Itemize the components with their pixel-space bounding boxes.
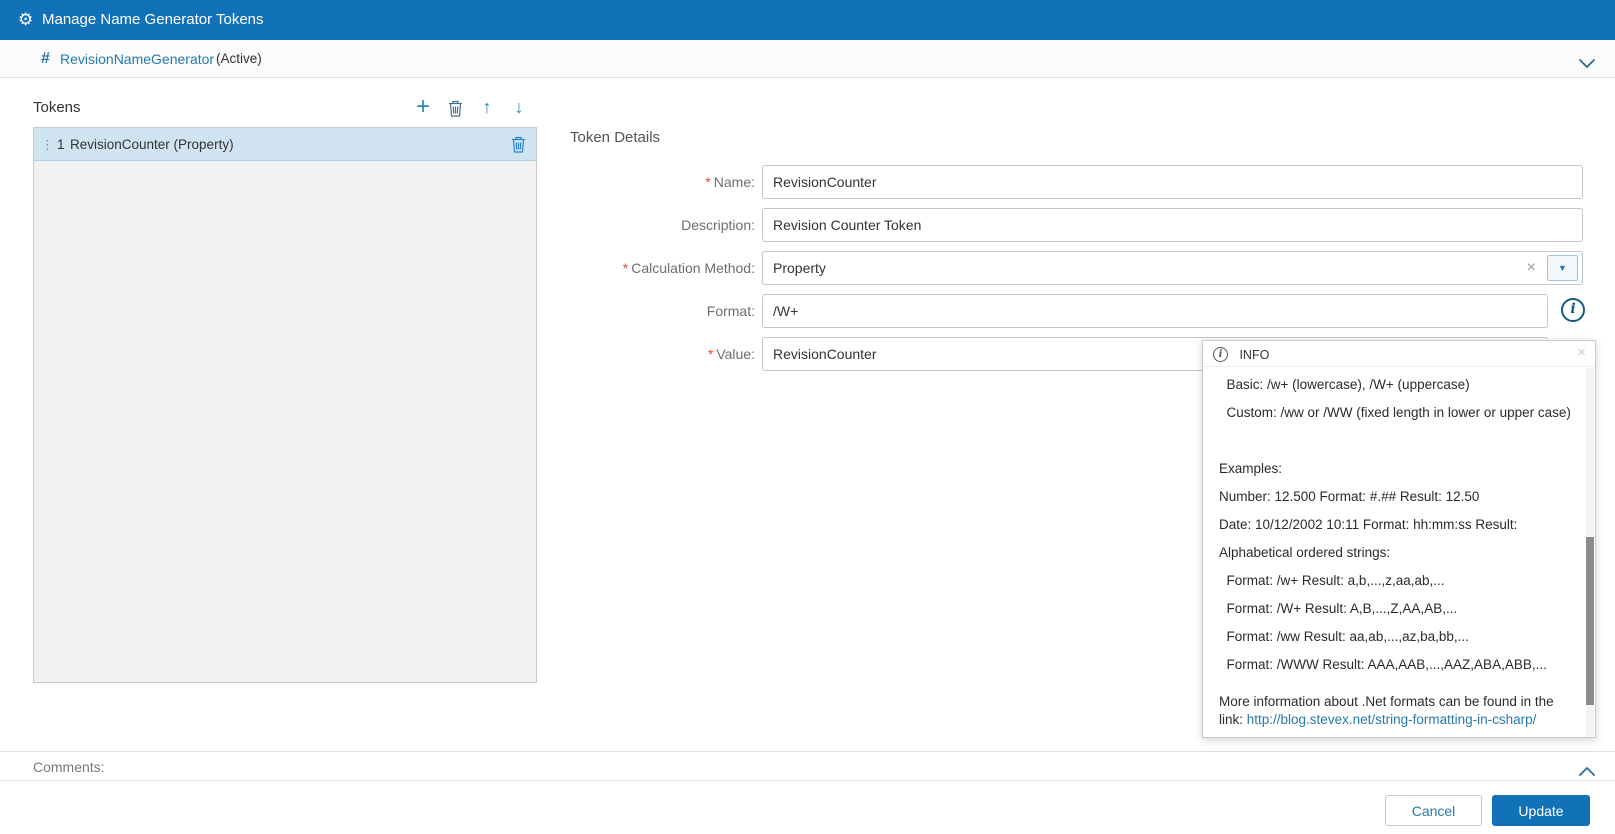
info-popup-title: INFO	[1239, 348, 1269, 362]
close-icon[interactable]: ×	[1577, 344, 1586, 361]
info-line: Alphabetical ordered strings:	[1219, 539, 1573, 567]
calculation-method-value: Property	[773, 260, 826, 276]
info-line: Basic: /w+ (lowercase), /W+ (uppercase)	[1219, 371, 1573, 399]
info-icon: i	[1213, 347, 1228, 362]
chevron-up-icon[interactable]	[1579, 763, 1595, 781]
popup-scroll-thumb[interactable]	[1586, 537, 1594, 705]
format-input[interactable]	[762, 294, 1548, 328]
arrow-up-icon: ↑	[483, 97, 492, 117]
required-marker: *	[705, 174, 710, 190]
info-line: Examples:	[1219, 455, 1573, 483]
tokens-toolbar: + ↑ ↓	[410, 93, 540, 121]
calculation-method-field-label: *Calculation Method:	[520, 251, 755, 285]
format-label-text: Format:	[707, 303, 755, 319]
caret-down-icon: ▼	[1558, 263, 1567, 273]
gear-icon: ⚙	[18, 0, 33, 40]
description-input[interactable]	[762, 208, 1583, 242]
delete-token-button[interactable]	[442, 93, 468, 121]
generator-header-bar: # RevisionNameGenerator (Active)	[0, 40, 1615, 78]
info-popup-body: Basic: /w+ (lowercase), /W+ (uppercase) …	[1203, 367, 1595, 737]
update-button[interactable]: Update	[1492, 795, 1590, 826]
hash-icon: #	[41, 40, 50, 78]
info-line: Date: 10/12/2002 10:11 Format: hh:mm:ss …	[1219, 511, 1573, 539]
cancel-button[interactable]: Cancel	[1385, 795, 1482, 826]
move-token-up-button[interactable]: ↑	[474, 93, 500, 121]
format-field-label: Format:	[520, 294, 755, 328]
value-label-text: Value:	[716, 346, 755, 362]
delete-token-row-button[interactable]	[511, 136, 526, 156]
dropdown-button[interactable]: ▼	[1547, 255, 1578, 281]
calculation-method-label-text: Calculation Method:	[631, 260, 755, 276]
info-line: Format: /W+ Result: A,B,...,Z,AA,AB,...	[1219, 595, 1573, 623]
info-line	[1219, 427, 1573, 455]
trash-icon	[511, 141, 526, 156]
description-label-text: Description:	[681, 217, 755, 233]
generator-name-link[interactable]: RevisionNameGenerator	[60, 40, 214, 78]
tokens-panel-title: Tokens	[33, 99, 81, 116]
required-marker: *	[708, 346, 713, 362]
name-field-label: *Name:	[520, 165, 755, 199]
app-titlebar: ⚙ Manage Name Generator Tokens	[0, 0, 1615, 40]
info-line: Number: 12.500 Format: #.## Result: 12.5…	[1219, 483, 1573, 511]
name-input[interactable]	[762, 165, 1583, 199]
window-title: Manage Name Generator Tokens	[42, 0, 264, 40]
info-line: Format: /ww Result: aa,ab,...,az,ba,bb,.…	[1219, 623, 1573, 651]
drag-handle-icon[interactable]: ⋮	[41, 128, 54, 161]
info-popup: i INFO × Basic: /w+ (lowercase), /W+ (up…	[1202, 340, 1596, 738]
clear-icon[interactable]: ×	[1527, 252, 1536, 284]
format-info-icon[interactable]: i	[1561, 298, 1585, 322]
info-line: Custom: /ww or /WW (fixed length in lowe…	[1219, 399, 1573, 427]
info-more-text: More information about .Net formats can …	[1219, 693, 1573, 729]
name-label-text: Name:	[714, 174, 755, 190]
comments-label: Comments:	[33, 752, 105, 782]
move-token-down-button[interactable]: ↓	[506, 93, 532, 121]
generator-status: (Active)	[216, 40, 262, 78]
info-popup-header: i INFO ×	[1203, 341, 1595, 367]
info-line: Format: /w+ Result: a,b,...,z,aa,ab,...	[1219, 567, 1573, 595]
add-token-button[interactable]: +	[410, 93, 436, 121]
arrow-down-icon: ↓	[515, 97, 524, 117]
chevron-down-icon[interactable]	[1579, 55, 1595, 73]
token-list: ⋮ 1 RevisionCounter (Property)	[33, 127, 537, 683]
token-list-item[interactable]: ⋮ 1 RevisionCounter (Property)	[34, 128, 536, 161]
token-details-title: Token Details	[570, 129, 660, 146]
required-marker: *	[623, 260, 628, 276]
trash-icon	[448, 105, 463, 120]
value-field-label: *Value:	[520, 337, 755, 371]
info-line: Format: /WWW Result: AAA,AAB,...,AAZ,ABA…	[1219, 651, 1573, 679]
description-field-label: Description:	[520, 208, 755, 242]
calculation-method-select[interactable]: Property × ▼	[762, 251, 1583, 285]
plus-icon: +	[416, 93, 430, 120]
token-label: RevisionCounter (Property)	[70, 128, 234, 161]
token-index: 1	[57, 128, 65, 161]
popup-scrollbar[interactable]	[1586, 368, 1594, 737]
comments-section[interactable]: Comments:	[0, 751, 1615, 781]
info-link[interactable]: http://blog.stevex.net/string-formatting…	[1247, 712, 1537, 727]
